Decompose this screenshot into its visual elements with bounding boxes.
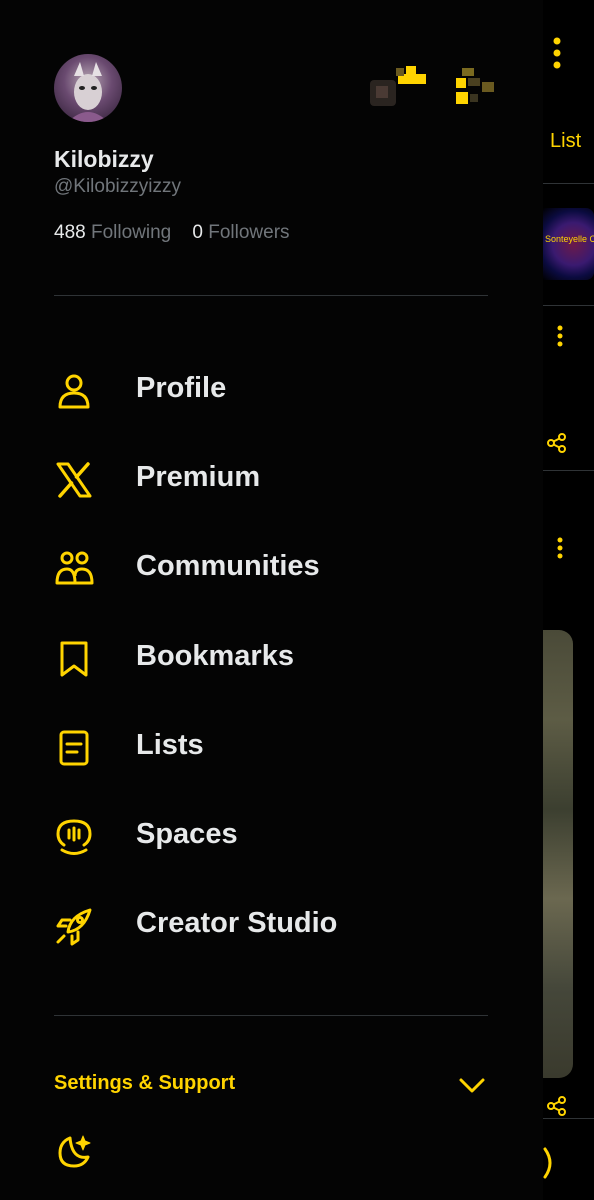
avatar[interactable] xyxy=(54,54,122,122)
list-icon xyxy=(59,730,89,766)
switch-account-icon[interactable] xyxy=(368,64,426,106)
followers-link[interactable]: 0 Followers xyxy=(192,222,289,243)
settings-support-toggle[interactable]: Settings & Support xyxy=(54,1068,488,1104)
menu-label: Bookmarks xyxy=(136,639,294,672)
followers-count: 0 xyxy=(192,222,203,243)
lists-tab[interactable]: List xyxy=(550,130,581,153)
menu-label: Creator Studio xyxy=(136,907,338,940)
divider xyxy=(54,295,488,296)
following-count: 488 xyxy=(54,222,86,243)
divider xyxy=(543,305,594,306)
person-icon xyxy=(58,374,90,409)
bookmark-icon xyxy=(60,641,88,677)
menu-item-bookmarks[interactable]: Bookmarks xyxy=(54,613,488,702)
compose-button-edge[interactable] xyxy=(543,1146,557,1180)
menu-item-communities[interactable]: Communities xyxy=(54,523,488,612)
divider xyxy=(543,1118,594,1119)
more-options-icon[interactable] xyxy=(551,36,563,70)
following-link[interactable]: 488 Following xyxy=(54,222,177,243)
chevron-down-icon xyxy=(459,1078,485,1093)
x-logo-icon xyxy=(56,462,92,498)
post-image[interactable] xyxy=(543,630,573,1078)
divider xyxy=(543,183,594,184)
microphone-icon xyxy=(56,819,92,855)
settings-support-label: Settings & Support xyxy=(54,1072,236,1094)
user-handle: @Kilobizzyizzy xyxy=(54,176,181,197)
community-badge-text: Sonteyelle Community xyxy=(545,234,594,244)
follow-stats: 488 Following 0 Followers xyxy=(54,222,290,244)
menu-label: Communities xyxy=(136,550,320,583)
menu-item-lists[interactable]: Lists xyxy=(54,702,488,791)
moon-icon xyxy=(58,1135,91,1168)
share-icon[interactable] xyxy=(547,433,567,453)
menu-item-spaces[interactable]: Spaces xyxy=(54,791,488,880)
menu-label: Spaces xyxy=(136,817,238,850)
following-label: Following xyxy=(90,222,172,243)
divider xyxy=(54,1015,488,1016)
menu-item-creator-studio[interactable]: Creator Studio xyxy=(54,880,488,969)
display-mode-toggle[interactable] xyxy=(54,1132,94,1172)
menu-label: Premium xyxy=(136,461,261,494)
menu-item-premium[interactable]: Premium xyxy=(54,434,488,523)
menu-item-profile[interactable]: Profile xyxy=(54,345,488,434)
background-timeline: List Sonteyelle Community xyxy=(543,0,594,1200)
community-thumbnail[interactable]: Sonteyelle Community xyxy=(543,208,594,280)
menu-label: Profile xyxy=(136,372,227,404)
more-options-icon[interactable] xyxy=(555,324,565,348)
navigation-drawer: Kilobizzy @Kilobizzyizzy 488 Following 0… xyxy=(0,0,543,1200)
people-icon xyxy=(55,551,94,585)
followers-label: Followers xyxy=(208,222,290,243)
add-account-icon[interactable] xyxy=(452,64,506,104)
display-name[interactable]: Kilobizzy xyxy=(54,146,154,173)
menu-label: Lists xyxy=(136,728,204,761)
rocket-icon xyxy=(56,908,92,946)
share-icon[interactable] xyxy=(547,1096,567,1116)
drawer-menu: Profile Premium Communities Bookmarks Li… xyxy=(54,345,488,969)
more-options-icon[interactable] xyxy=(555,536,565,560)
divider xyxy=(543,470,594,471)
